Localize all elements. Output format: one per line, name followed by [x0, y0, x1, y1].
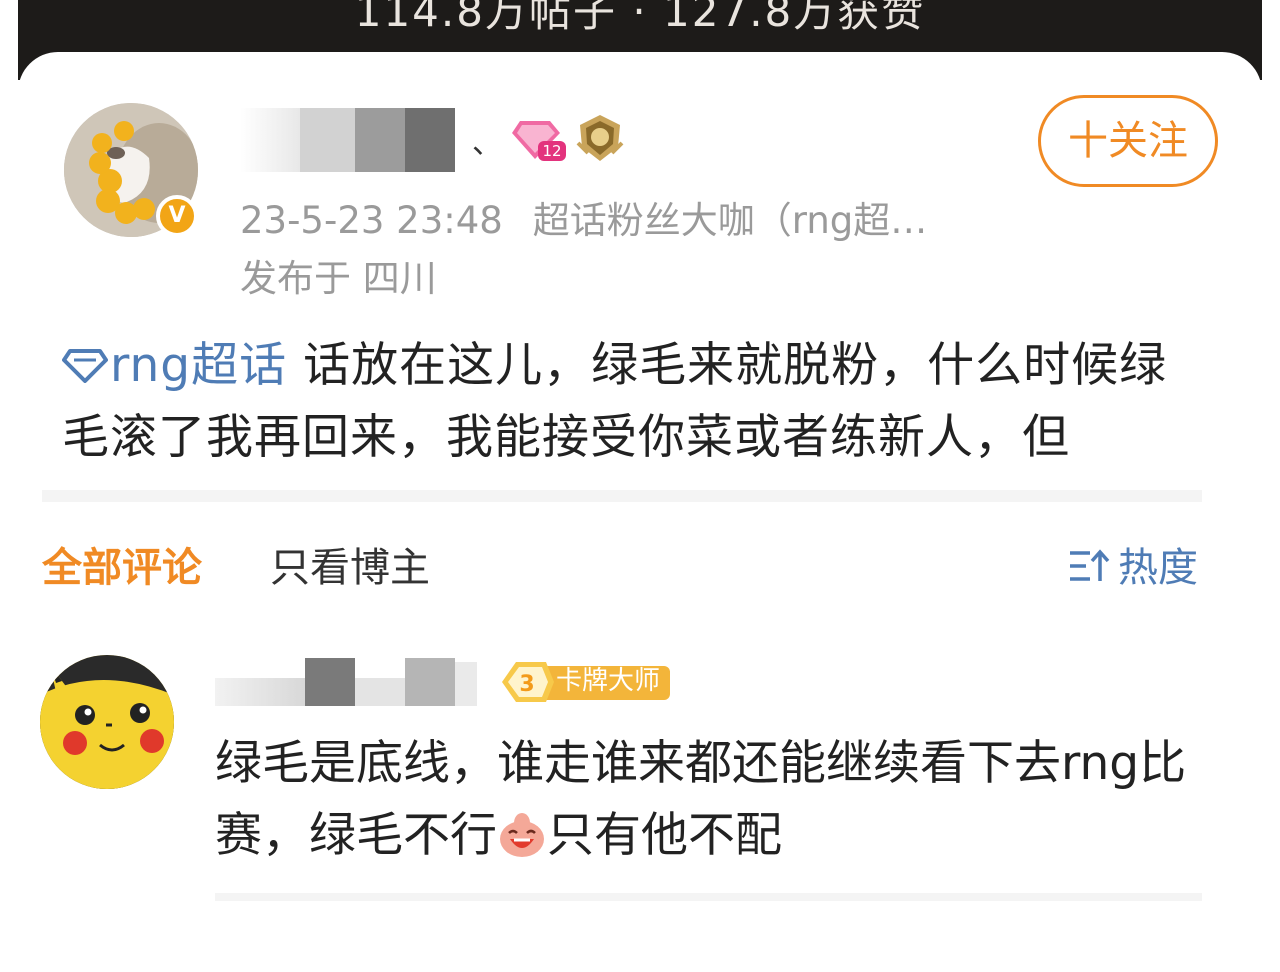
diamond-topic-icon [62, 349, 108, 383]
follow-button[interactable]: 十关注 [1038, 95, 1218, 187]
badge-level: 3 [519, 672, 534, 697]
comment-text-part2: 只有他不配 [547, 808, 782, 863]
topic-link[interactable]: rng超话 [62, 338, 287, 393]
level-number: 12 [542, 142, 561, 160]
tab-all-comments[interactable]: 全部评论 [42, 535, 202, 593]
post-meta: 23-5-23 23:48 超话粉丝大咖（rng超… [240, 190, 980, 244]
commenter-avatar[interactable] [40, 655, 174, 789]
sort-button[interactable]: 热度 [1068, 535, 1198, 593]
comment-divider [215, 893, 1202, 901]
section-divider [42, 490, 1202, 502]
badge-label: 卡牌大师 [556, 666, 661, 696]
sort-icon [1070, 549, 1110, 581]
sort-label: 热度 [1118, 545, 1198, 591]
post-body: rng超话 话放在这儿，绿毛来就脱粉，什么时候绿毛滚了我再回来，我能接受你菜或者… [62, 330, 1212, 474]
header-stats: 114.8万帖子 · 127.8万获赞 [354, 0, 926, 36]
laughing-emoji-icon [500, 813, 544, 857]
username-suffix: 、 [472, 126, 502, 161]
post-timestamp: 23-5-23 23:48 [240, 199, 503, 242]
author-username[interactable]: 、 [240, 108, 502, 172]
tab-author-only[interactable]: 只看博主 [270, 535, 430, 593]
verified-badge-icon: V [156, 195, 198, 237]
post-location: 发布于 四川 [240, 257, 437, 300]
commenter-username[interactable] [215, 658, 485, 708]
comment-text: 绿毛是底线，谁走谁来都还能继续看下去rng比赛，绿毛不行 只有他不配 [215, 728, 1195, 872]
topic-label: rng超话 [110, 338, 288, 393]
medal-icon [576, 115, 624, 161]
fan-title[interactable]: 超话粉丝大咖（rng超… [533, 199, 928, 242]
diamond-level-icon: 12 [512, 121, 566, 161]
